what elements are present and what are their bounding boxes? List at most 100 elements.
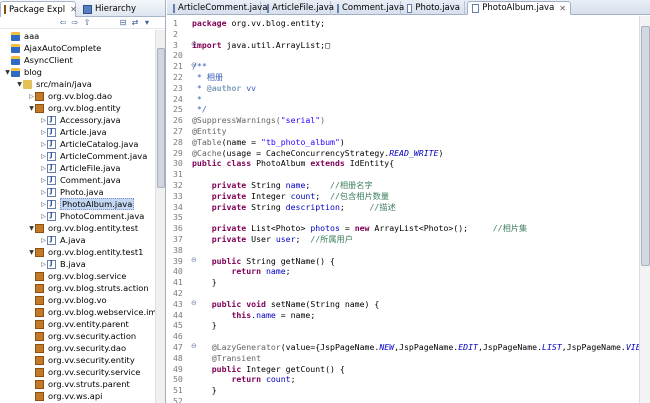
- editor-tab[interactable]: PhotoAlbum.java ✕: [467, 1, 571, 15]
- close-tab-icon[interactable]: ✕: [559, 4, 566, 13]
- code-line[interactable]: public Integer getCount() {: [192, 364, 345, 375]
- tree-item[interactable]: ▷ PhotoComment.java: [0, 210, 144, 222]
- collapsed-arrow-icon[interactable]: ▷: [40, 201, 47, 208]
- code-line[interactable]: private String name; //相册名字: [192, 180, 373, 191]
- tree-item[interactable]: ▼ blog: [0, 66, 42, 78]
- tree-item[interactable]: ▼ src/main/java: [0, 78, 92, 90]
- collapsed-arrow-icon[interactable]: ▷: [40, 177, 47, 184]
- code-line[interactable]: private List<Photo> photos = new ArrayLi…: [192, 223, 527, 234]
- code-line[interactable]: }: [192, 320, 217, 331]
- code-line[interactable]: public class PhotoAlbum extends IdEntity…: [192, 158, 394, 169]
- tree-item[interactable]: org.vv.security.action: [0, 330, 136, 342]
- tree-item[interactable]: ▷ ArticleComment.java: [0, 150, 147, 162]
- java-file-icon: [173, 3, 175, 13]
- tree-item[interactable]: ▷ A.java: [0, 234, 85, 246]
- tree-item[interactable]: org.vv.struts.parent: [0, 378, 130, 390]
- code-line[interactable]: }: [192, 277, 217, 288]
- editor-tab[interactable]: Comment.java: [333, 1, 404, 15]
- tree-item[interactable]: AjaxAutoComplete: [0, 42, 101, 54]
- code-line[interactable]: @Cache(usage = CacheConcurrencyStrategy.…: [192, 148, 443, 159]
- code-line[interactable]: @LazyGenerator(value={JspPageName.NEW,Js…: [192, 342, 639, 353]
- code-line[interactable]: */: [192, 104, 207, 115]
- expanded-arrow-icon[interactable]: ▼: [28, 249, 35, 256]
- tree-item[interactable]: org.vv.security.entity: [0, 354, 135, 366]
- package-tree: aaa AjaxAutoComplete AsyncClient ▼ blog ▼ src/…: [0, 30, 155, 403]
- collapsed-arrow-icon[interactable]: ▷: [40, 189, 47, 196]
- code-line[interactable]: return count;: [192, 374, 295, 385]
- tab-package-explorer[interactable]: Package Expl ✕: [0, 1, 77, 17]
- tree-item[interactable]: org.vv.ws.api: [0, 390, 102, 402]
- code-line[interactable]: import java.util.ArrayList;□: [192, 40, 330, 51]
- editor-tab[interactable]: ArticleComment.java: [169, 1, 267, 15]
- link-with-editor-icon[interactable]: ⇄: [130, 18, 140, 28]
- tree-item[interactable]: ▼ org.vv.blog.entity.test1: [0, 246, 143, 258]
- code-line[interactable]: @Entity: [192, 126, 227, 137]
- code-line[interactable]: return name;: [192, 266, 290, 277]
- code-area[interactable]: package org.vv.blog.entity; import java.u…: [188, 16, 639, 403]
- collapse-all-icon[interactable]: ⊟: [118, 18, 128, 28]
- up-folder-icon[interactable]: ⇧: [82, 18, 92, 28]
- tree-item[interactable]: org.vv.security.service: [0, 366, 140, 378]
- expanded-arrow-icon[interactable]: ▼: [4, 69, 11, 76]
- scrollbar-thumb[interactable]: [641, 26, 650, 266]
- tree-item[interactable]: org.vv.blog.vo: [0, 294, 107, 306]
- code-line[interactable]: * 相册: [192, 72, 223, 83]
- tree-item[interactable]: ▷ org.vv.blog.dao: [0, 90, 112, 102]
- tree-item[interactable]: org.vv.blog.struts.action: [0, 282, 149, 294]
- view-menu-icon[interactable]: ▾: [142, 18, 152, 28]
- code-line[interactable]: private String description; //描述: [192, 202, 396, 213]
- tree-item[interactable]: org.vv.blog.webservice.impl: [0, 306, 155, 318]
- tree-item[interactable]: ▷ B.java: [0, 258, 86, 270]
- tree-item[interactable]: ▷ Comment.java: [0, 174, 120, 186]
- tree-item[interactable]: ▷ PhotoAlbum.java: [0, 198, 135, 210]
- code-line[interactable]: @SuppressWarnings("serial"): [192, 115, 325, 126]
- code-line[interactable]: /**: [192, 61, 207, 72]
- tree-scrollbar[interactable]: [155, 30, 165, 403]
- tree-item[interactable]: ▷ Photo.java: [0, 186, 103, 198]
- code-line[interactable]: @Transient: [192, 353, 261, 364]
- code-line[interactable]: @Table(name = "tb_photo_album"): [192, 137, 345, 148]
- collapsed-arrow-icon[interactable]: ▷: [40, 153, 47, 160]
- tree-item[interactable]: org.vv.security.dao: [0, 342, 126, 354]
- line-number-gutter: 1 2 3 ⊕ 20 21 ⊖ 22 23 24 25 26 27 28 29 30 31 32 33 34 35 36 3…: [167, 16, 197, 403]
- tree-item[interactable]: ▼ org.vv.blog.entity.test: [0, 222, 138, 234]
- code-line[interactable]: private Integer count; //包含相片数量: [192, 191, 389, 202]
- tree-item[interactable]: ▷ ArticleFile.java: [0, 162, 120, 174]
- collapsed-arrow-icon[interactable]: ▷: [28, 93, 35, 100]
- code-line[interactable]: }: [192, 385, 217, 396]
- code-line[interactable]: this.name = name;: [192, 310, 315, 321]
- code-line[interactable]: public void setName(String name) {: [192, 299, 380, 310]
- collapsed-arrow-icon[interactable]: ▷: [40, 237, 47, 244]
- editor-tab[interactable]: Photo.java: [403, 1, 465, 15]
- code-line[interactable]: private User user; //所属用户: [192, 234, 353, 245]
- collapsed-arrow-icon[interactable]: ▷: [40, 261, 47, 268]
- back-arrow-icon[interactable]: ⇦: [58, 18, 68, 28]
- tree-item[interactable]: ▷ ArticleCatalog.java: [0, 138, 138, 150]
- collapsed-arrow-icon[interactable]: ▷: [40, 141, 47, 148]
- collapsed-arrow-icon[interactable]: ▷: [40, 129, 47, 136]
- expanded-arrow-icon[interactable]: ▼: [28, 105, 35, 112]
- tree-item[interactable]: ▷ Article.java: [0, 126, 106, 138]
- code-line[interactable]: *: [192, 94, 202, 105]
- tree-item[interactable]: ▷ Accessory.java: [0, 114, 120, 126]
- code-line[interactable]: package org.vv.blog.entity;: [192, 18, 325, 29]
- collapsed-arrow-icon[interactable]: ▷: [40, 117, 47, 124]
- collapsed-arrow-icon[interactable]: ▷: [40, 213, 47, 220]
- tree-item[interactable]: org.vv.entity.parent: [0, 318, 129, 330]
- collapsed-arrow-icon[interactable]: ▷: [40, 165, 47, 172]
- forward-arrow-icon[interactable]: ⇨: [70, 18, 80, 28]
- tab-hierarchy[interactable]: Hierarchy: [80, 1, 158, 17]
- package-icon: [35, 379, 44, 389]
- editor-tab[interactable]: ArticleFile.java: [263, 1, 334, 15]
- close-icon[interactable]: ✕: [70, 5, 77, 14]
- tree-item[interactable]: org.vv.blog.service: [0, 270, 126, 282]
- code-line[interactable]: public String getName() {: [192, 256, 335, 267]
- tree-item[interactable]: AsyncClient: [0, 54, 73, 66]
- expanded-arrow-icon[interactable]: ▼: [16, 81, 23, 88]
- code-line[interactable]: * @author vv: [192, 83, 256, 94]
- expanded-arrow-icon[interactable]: ▼: [28, 225, 35, 232]
- tree-item[interactable]: aaa: [0, 30, 39, 42]
- editor-scrollbar[interactable]: [639, 16, 650, 403]
- tree-item[interactable]: ▼ org.vv.blog.entity: [0, 102, 121, 114]
- scrollbar-thumb[interactable]: [157, 48, 165, 188]
